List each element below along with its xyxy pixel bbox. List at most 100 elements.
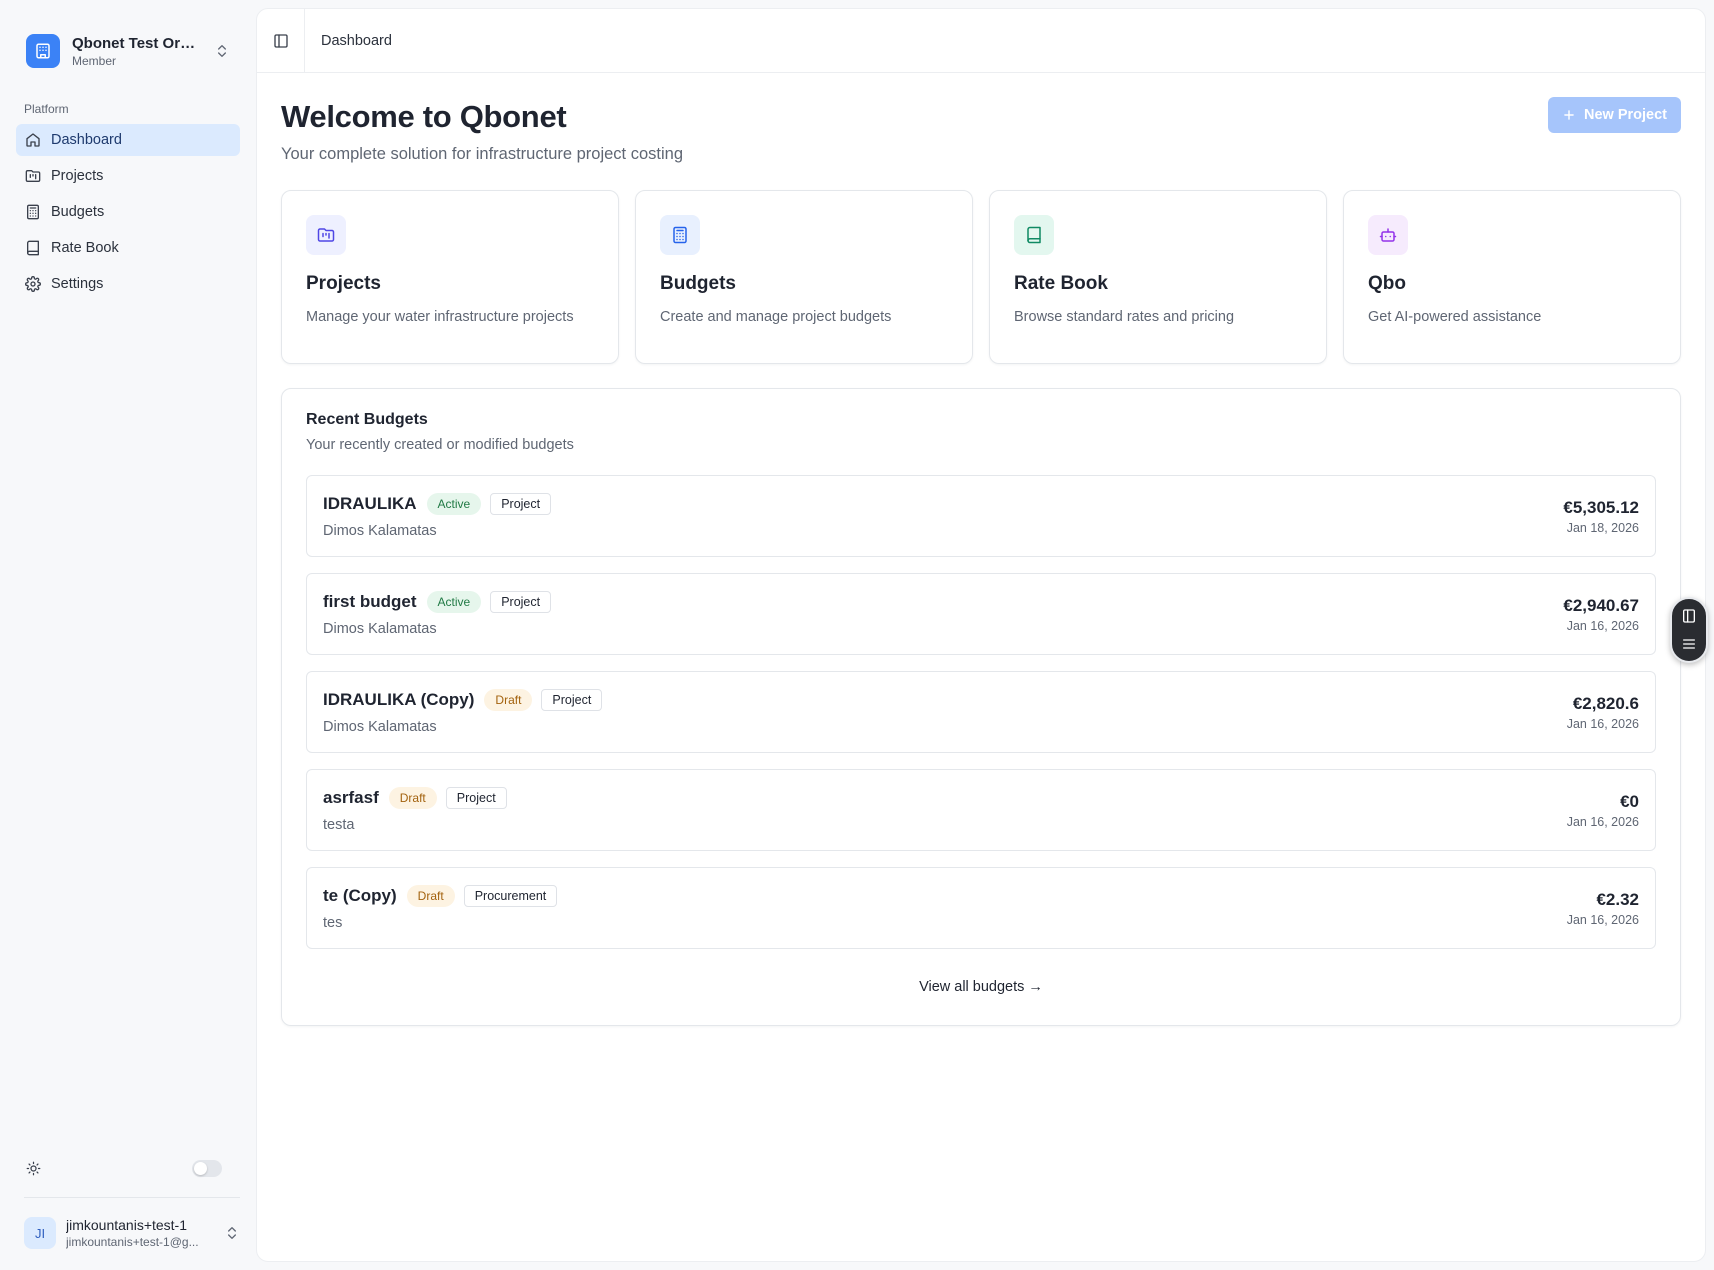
quick-cards: Projects Manage your water infrastructur… bbox=[281, 190, 1681, 364]
calculator-icon bbox=[660, 215, 700, 255]
view-all-budgets-link[interactable]: View all budgets → bbox=[306, 979, 1656, 1005]
budget-date: Jan 16, 2026 bbox=[1566, 618, 1639, 633]
budget-amount: €2,820.6 bbox=[1572, 693, 1639, 713]
status-badge: Active bbox=[426, 591, 482, 613]
type-badge: Project bbox=[445, 787, 507, 809]
building-icon bbox=[26, 34, 60, 68]
org-name: Qbonet Test Orga... bbox=[72, 34, 202, 52]
status-badge: Active bbox=[426, 493, 482, 515]
sidebar-item-label: Projects bbox=[51, 168, 104, 184]
budget-client: testa bbox=[323, 817, 355, 833]
budget-name: IDRAULIKA bbox=[323, 494, 417, 513]
home-icon bbox=[25, 132, 41, 148]
card-projects[interactable]: Projects Manage your water infrastructur… bbox=[281, 190, 619, 364]
gear-icon bbox=[25, 276, 41, 292]
menu-icon[interactable] bbox=[1681, 636, 1697, 652]
card-title: Projects bbox=[306, 273, 381, 294]
breadcrumb: Dashboard bbox=[321, 32, 392, 49]
list-item[interactable]: IDRAULIKA (Copy) Draft Project Dimos Kal… bbox=[306, 671, 1656, 753]
budget-name: first budget bbox=[323, 592, 417, 611]
chevrons-up-down-icon bbox=[214, 43, 230, 59]
budget-client: Dimos Kalamatas bbox=[323, 523, 437, 539]
status-badge: Draft bbox=[406, 885, 455, 907]
budget-client: tes bbox=[323, 915, 343, 931]
budget-client: Dimos Kalamatas bbox=[323, 719, 437, 735]
org-role: Member bbox=[72, 53, 117, 68]
sidebar-item-label: Dashboard bbox=[51, 132, 122, 148]
list-item[interactable]: first budget Active Project Dimos Kalama… bbox=[306, 573, 1656, 655]
budget-client: Dimos Kalamatas bbox=[323, 621, 437, 637]
list-item[interactable]: te (Copy) Draft Procurement tes €2.32 Ja… bbox=[306, 867, 1656, 949]
budget-amount: €5,305.12 bbox=[1563, 497, 1639, 517]
user-menu[interactable]: JI jimkountanis+test-1 jimkountanis+test… bbox=[24, 1213, 240, 1253]
theme-row bbox=[16, 1160, 232, 1177]
user-email: jimkountanis+test-1@g... bbox=[66, 1235, 199, 1249]
sidebar-item-settings[interactable]: Settings bbox=[16, 268, 240, 300]
page-title: Welcome to Qbonet bbox=[281, 99, 567, 134]
calculator-icon bbox=[25, 204, 41, 220]
page-subtitle: Your complete solution for infrastructur… bbox=[281, 145, 684, 163]
type-badge: Project bbox=[490, 591, 552, 613]
folder-kanban-icon bbox=[306, 215, 346, 255]
sidebar-item-budgets[interactable]: Budgets bbox=[16, 196, 240, 228]
type-badge: Project bbox=[541, 689, 603, 711]
sidebar-item-projects[interactable]: Projects bbox=[16, 160, 240, 192]
avatar: JI bbox=[24, 1217, 56, 1249]
sidebar-divider bbox=[24, 1197, 240, 1198]
nav-section-label: Platform bbox=[24, 102, 69, 116]
type-badge: Procurement bbox=[463, 885, 558, 907]
budget-list: IDRAULIKA Active Project Dimos Kalamatas… bbox=[306, 475, 1656, 949]
card-desc: Browse standard rates and pricing bbox=[1014, 309, 1235, 325]
budget-date: Jan 16, 2026 bbox=[1566, 716, 1639, 731]
budget-amount: €0 bbox=[1620, 791, 1639, 811]
budget-date: Jan 16, 2026 bbox=[1566, 814, 1639, 829]
section-title: Recent Budgets bbox=[306, 411, 428, 428]
sidebar-toggle-button[interactable] bbox=[257, 8, 305, 73]
sidebar: Qbonet Test Orga... Member Platform Dash… bbox=[0, 0, 256, 1270]
list-item[interactable]: asrfasf Draft Project testa €0 Jan 16, 2… bbox=[306, 769, 1656, 851]
card-desc: Get AI-powered assistance bbox=[1368, 309, 1542, 325]
budget-amount: €2,940.67 bbox=[1563, 595, 1639, 615]
card-title: Qbo bbox=[1368, 273, 1406, 294]
budget-date: Jan 16, 2026 bbox=[1566, 912, 1639, 927]
sidebar-item-label: Settings bbox=[51, 276, 104, 292]
card-title: Rate Book bbox=[1014, 273, 1108, 294]
budget-amount: €2.32 bbox=[1596, 889, 1639, 909]
section-subtitle: Your recently created or modified budget… bbox=[306, 437, 574, 453]
chevrons-up-down-icon bbox=[224, 1225, 240, 1241]
list-item[interactable]: IDRAULIKA Active Project Dimos Kalamatas… bbox=[306, 475, 1656, 557]
budget-name: asrfasf bbox=[323, 788, 379, 807]
main-panel: Dashboard Welcome to Qbonet Your complet… bbox=[256, 8, 1706, 1262]
status-badge: Draft bbox=[388, 787, 437, 809]
budget-name: te (Copy) bbox=[323, 886, 397, 905]
folder-kanban-icon bbox=[25, 168, 41, 184]
sidebar-item-label: Budgets bbox=[51, 204, 105, 220]
card-desc: Manage your water infrastructure project… bbox=[306, 309, 574, 325]
book-icon bbox=[25, 240, 41, 256]
sidebar-item-rate-book[interactable]: Rate Book bbox=[16, 232, 240, 264]
type-badge: Project bbox=[490, 493, 552, 515]
card-desc: Create and manage project budgets bbox=[660, 309, 892, 325]
plus-icon bbox=[1562, 108, 1576, 122]
inspect-icon[interactable] bbox=[1681, 608, 1697, 624]
org-switcher[interactable]: Qbonet Test Orga... Member bbox=[16, 22, 240, 80]
topbar: Dashboard bbox=[257, 8, 1705, 73]
recent-budgets: Recent Budgets Your recently created or … bbox=[281, 388, 1681, 1026]
budget-name: IDRAULIKA (Copy) bbox=[323, 690, 475, 709]
sidebar-item-label: Rate Book bbox=[51, 240, 119, 256]
card-rate-book[interactable]: Rate Book Browse standard rates and pric… bbox=[989, 190, 1327, 364]
user-name: jimkountanis+test-1 bbox=[66, 1217, 188, 1233]
theme-toggle[interactable] bbox=[192, 1160, 222, 1177]
sun-icon bbox=[26, 1161, 41, 1176]
floating-toolbar[interactable] bbox=[1670, 597, 1708, 663]
new-project-button[interactable]: New Project bbox=[1548, 97, 1681, 133]
sidebar-item-dashboard[interactable]: Dashboard bbox=[16, 124, 240, 156]
new-project-label: New Project bbox=[1584, 107, 1667, 123]
budget-date: Jan 18, 2026 bbox=[1566, 520, 1639, 535]
card-title: Budgets bbox=[660, 273, 736, 294]
status-badge: Draft bbox=[484, 689, 533, 711]
card-budgets[interactable]: Budgets Create and manage project budget… bbox=[635, 190, 973, 364]
card-qbo[interactable]: Qbo Get AI-powered assistance bbox=[1343, 190, 1681, 364]
bot-icon bbox=[1368, 215, 1408, 255]
panel-left-icon bbox=[273, 33, 289, 49]
